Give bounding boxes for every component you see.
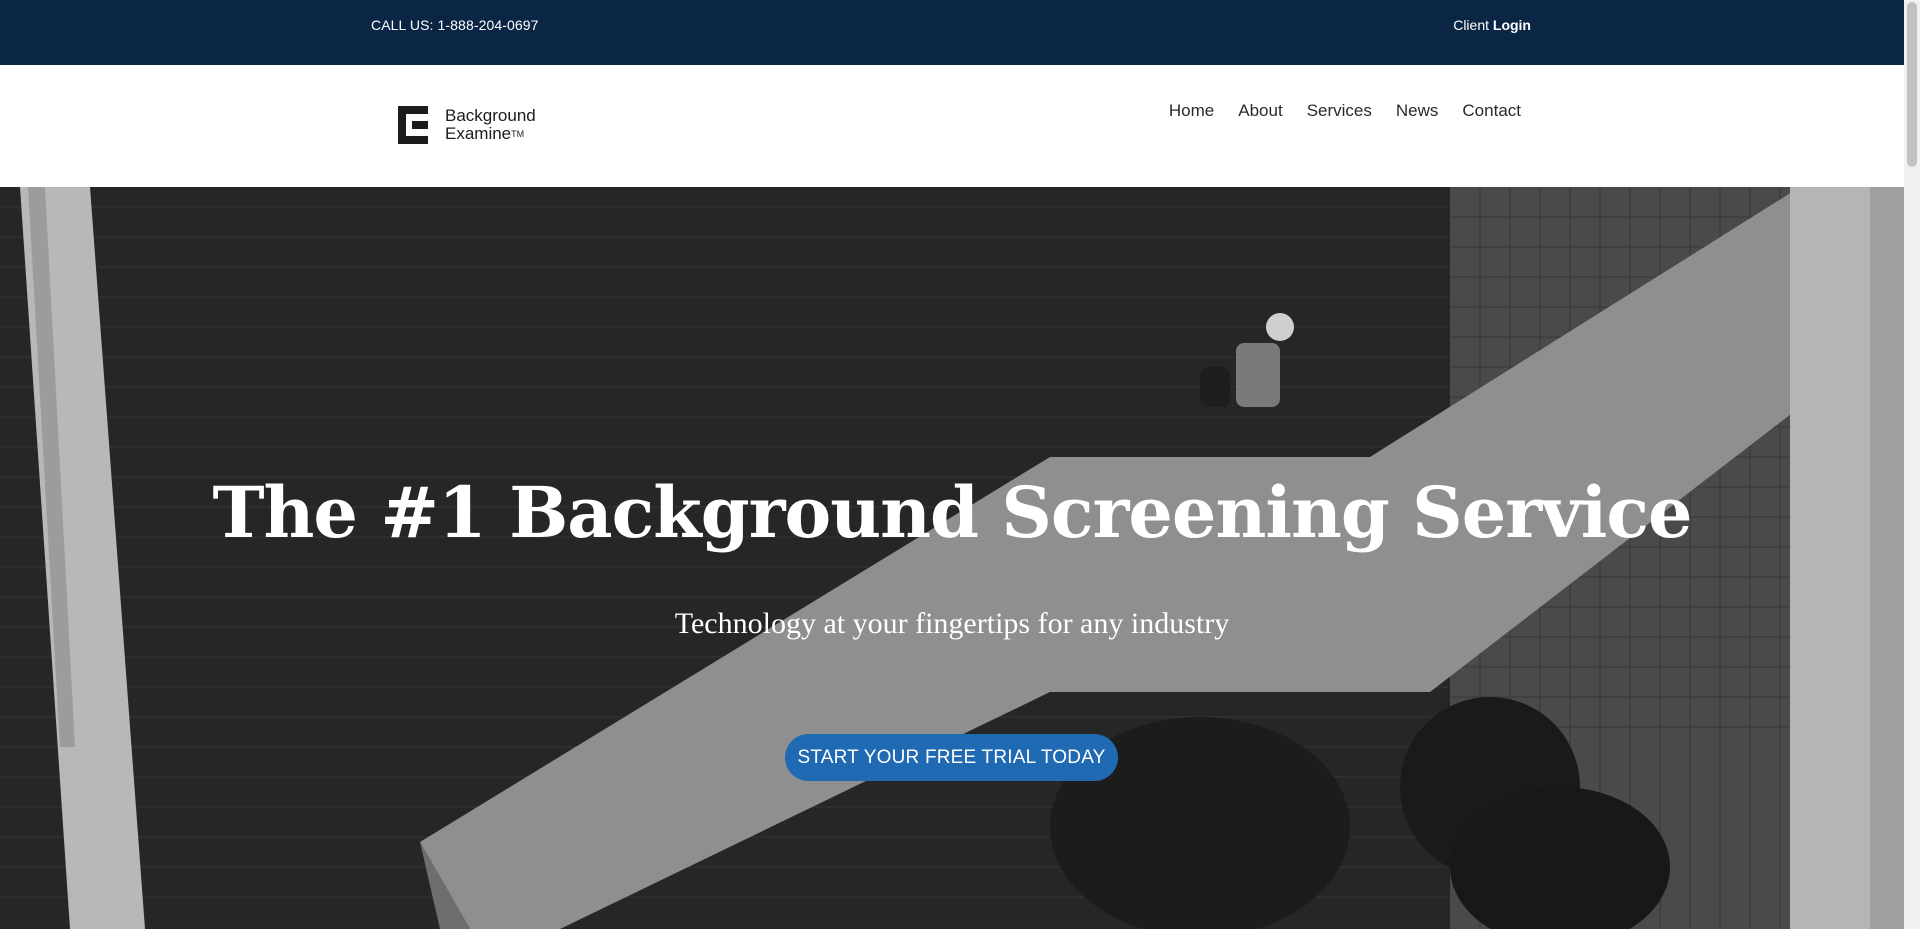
login-label: Login — [1492, 17, 1531, 33]
nav-contact[interactable]: Contact — [1462, 101, 1521, 121]
logo-line2: ExamineTM — [445, 124, 525, 143]
logo-text: Background ExamineTM — [445, 107, 536, 143]
main-nav: Home About Services News Contact — [1145, 101, 1521, 121]
page: CALL US: 1-888-204-0697 Client Login Bac… — [0, 0, 1920, 929]
scrollbar[interactable] — [1904, 0, 1920, 929]
start-free-trial-button[interactable]: START YOUR FREE TRIAL TODAY — [785, 734, 1118, 781]
scrollbar-thumb[interactable] — [1907, 2, 1917, 167]
logo[interactable]: Background ExamineTM — [398, 106, 536, 144]
logo-line1: Background — [445, 106, 536, 125]
site-header: Background ExamineTM Home About Services… — [0, 65, 1904, 187]
nav-home[interactable]: Home — [1169, 101, 1214, 121]
hero-section: The #1 Background Screening Service Tech… — [0, 187, 1904, 929]
nav-services[interactable]: Services — [1307, 101, 1372, 121]
trademark: TM — [511, 129, 525, 139]
nav-news[interactable]: News — [1396, 101, 1439, 121]
phone-number[interactable]: CALL US: 1-888-204-0697 — [371, 17, 539, 33]
hero-subtitle: Technology at your fingertips for any in… — [674, 607, 1230, 640]
hero-title: The #1 Background Screening Service — [212, 471, 1692, 554]
nav-about[interactable]: About — [1238, 101, 1282, 121]
hero-background-image — [0, 187, 1904, 929]
logo-e-icon — [398, 106, 428, 144]
top-bar: CALL US: 1-888-204-0697 Client Login — [0, 0, 1904, 65]
client-label: Client — [1453, 17, 1489, 33]
client-login-link[interactable]: Client Login — [1453, 17, 1531, 33]
